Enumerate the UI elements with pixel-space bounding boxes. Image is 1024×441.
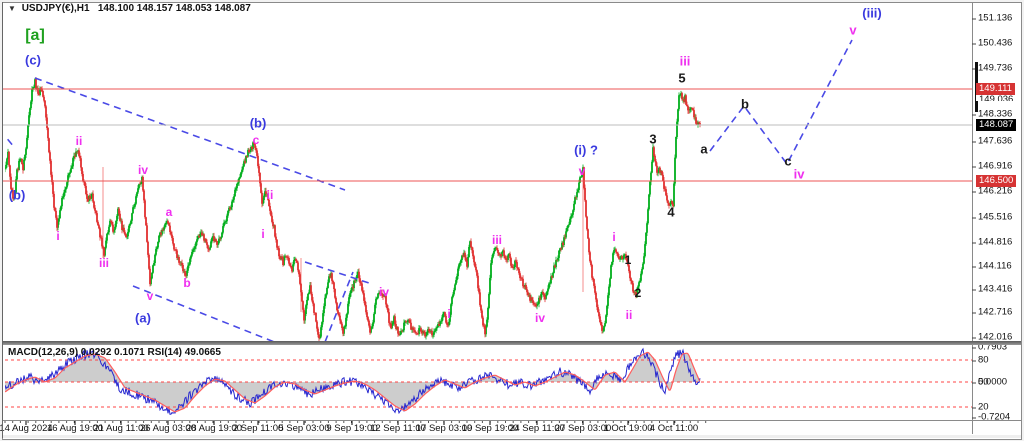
- wave-label[interactable]: iii: [492, 233, 502, 247]
- wave-label[interactable]: (b): [250, 116, 267, 131]
- time-tick-label: 4 Oct 11:00: [650, 423, 698, 434]
- price-tick: 148.336: [978, 109, 1022, 120]
- price-tick: 145.516: [978, 212, 1022, 223]
- wave-label[interactable]: v: [147, 289, 154, 303]
- window-bottom-strip: [3, 435, 1021, 438]
- candles[interactable]: [5, 77, 700, 342]
- wave-label[interactable]: ii: [626, 308, 633, 322]
- indicator-pane[interactable]: [5, 349, 972, 414]
- wave-label[interactable]: i: [612, 230, 615, 244]
- price-tick: 151.136: [978, 13, 1022, 24]
- trendline[interactable]: [305, 262, 372, 284]
- price-tick: 143.416: [978, 284, 1022, 295]
- ohlc-quote-label: 148.100 148.157 148.053 148.087: [98, 3, 251, 14]
- price-tick: 144.116: [978, 261, 1022, 272]
- wave-label[interactable]: ii: [76, 134, 83, 148]
- wave-label[interactable]: b: [183, 276, 190, 290]
- window-left-border: [2, 2, 3, 438]
- indicator-axis-tick: 80: [978, 355, 1022, 366]
- wave-label[interactable]: iv: [138, 163, 148, 177]
- wave-label[interactable]: 2: [635, 286, 642, 300]
- price-tick: 146.216: [978, 186, 1022, 197]
- wave-label[interactable]: iv: [379, 285, 389, 299]
- projection-path[interactable]: [710, 40, 852, 164]
- wave-label[interactable]: b: [741, 97, 749, 112]
- wave-label[interactable]: 5: [678, 71, 685, 86]
- price-tick: 150.436: [978, 38, 1022, 49]
- wave-label[interactable]: i: [447, 307, 450, 321]
- price-tick: 146.916: [978, 161, 1022, 172]
- price-badge: 149.111: [976, 83, 1015, 95]
- wave-label[interactable]: a: [166, 205, 173, 219]
- wave-label[interactable]: ii: [267, 188, 274, 202]
- wave-label[interactable]: iv: [794, 167, 805, 182]
- wave-label[interactable]: (b): [9, 188, 26, 203]
- wave-label[interactable]: a: [700, 142, 707, 157]
- wave-label[interactable]: c: [784, 154, 791, 169]
- price-tick: 149.736: [978, 63, 1022, 74]
- price-tick: 147.636: [978, 136, 1022, 147]
- trendline[interactable]: [133, 286, 287, 347]
- indicator-axis-tick: -0.7204: [978, 412, 1022, 423]
- wave-label[interactable]: 3: [649, 132, 656, 147]
- wave-label[interactable]: iv: [535, 311, 545, 325]
- indicator-pane-border: [3, 420, 1022, 421]
- wave-label[interactable]: v: [579, 164, 586, 178]
- price-badge: 148.087: [976, 119, 1016, 131]
- wave-label[interactable]: (a): [135, 311, 151, 326]
- price-tick: 144.816: [978, 237, 1022, 248]
- partially-hidden-price-label: 149.036: [976, 95, 1016, 101]
- wave-label[interactable]: i: [56, 229, 59, 243]
- wave-label[interactable]: (c): [25, 53, 41, 68]
- wave-label[interactable]: 4: [667, 205, 674, 220]
- main-chart-pane[interactable]: [0, 40, 852, 347]
- wave-label[interactable]: (iii): [862, 6, 882, 21]
- time-tick-label: 5 Sep 03:00: [278, 423, 329, 434]
- collapse-arrow-icon[interactable]: ▼: [8, 4, 16, 13]
- candlestick-chart[interactable]: [0, 0, 1024, 441]
- time-tick-label: 1 Oct 19:00: [603, 423, 652, 434]
- price-tick: 142.716: [978, 307, 1022, 318]
- wave-label[interactable]: 1: [625, 253, 632, 267]
- wave-label[interactable]: c: [253, 133, 260, 147]
- metatrader-chart-screenshot: ▼ USDJPY(€),H1 148.100 148.157 148.053 1…: [0, 0, 1024, 441]
- wave-label[interactable]: iii: [680, 54, 691, 69]
- pane-separator[interactable]: [3, 341, 1021, 345]
- chart-title: ▼ USDJPY(€),H1 148.100 148.157 148.053 1…: [8, 3, 251, 14]
- symbol-period-label: USDJPY(€),H1: [22, 3, 90, 14]
- time-tick-label: 2 Sep 11:00: [233, 423, 284, 434]
- wave-label[interactable]: (i) ?: [574, 143, 598, 158]
- wave-label[interactable]: i: [261, 227, 264, 241]
- wave-label[interactable]: iii: [99, 256, 109, 270]
- indicator-axis-tick: 0.0000: [978, 377, 1022, 388]
- price-badge: 146.500: [976, 175, 1016, 187]
- wave-label[interactable]: [a]: [25, 27, 45, 45]
- time-tick-label: 14 Aug 2024: [0, 423, 53, 434]
- indicator-label: MACD(12,26,9) 0.0292 0.1071 RSI(14) 49.0…: [8, 347, 221, 358]
- wave-label[interactable]: v: [849, 23, 856, 38]
